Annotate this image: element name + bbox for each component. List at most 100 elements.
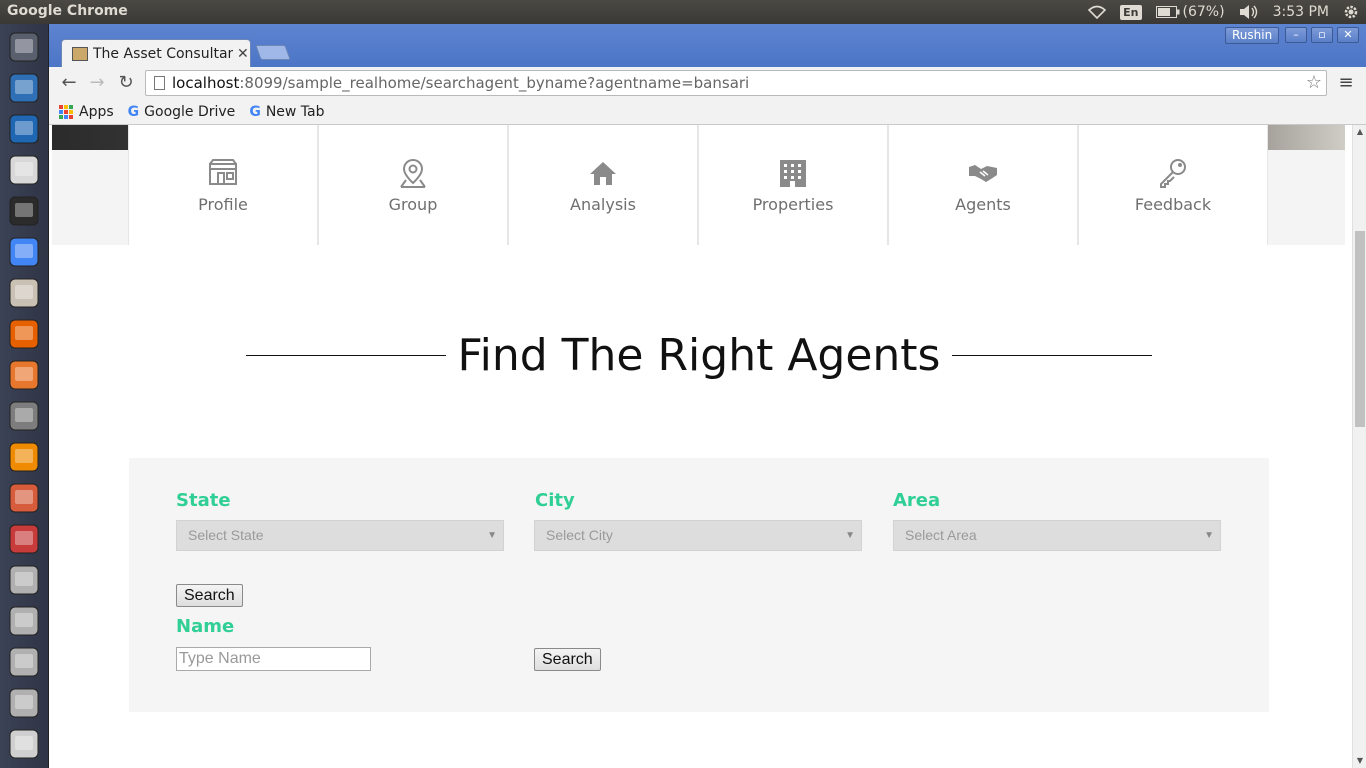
file-roller-icon[interactable] [5,479,43,517]
tab-close-icon[interactable]: ✕ [237,46,249,62]
profile-button[interactable]: Rushin [1225,27,1280,44]
wifi-icon[interactable] [1081,0,1113,24]
page-viewport: Profile Group Analysis Properties Agents… [49,125,1366,768]
name-label: Name [176,616,235,637]
drive-icon[interactable] [5,602,43,640]
maximize-icon[interactable]: ▫ [1311,27,1333,43]
bookmark-label: New Tab [265,103,325,120]
main-nav: Profile Group Analysis Properties Agents… [128,125,1268,245]
nav-label: Feedback [1134,194,1212,214]
virtualbox-icon[interactable] [5,110,43,148]
url-path: :8099/sample_realhome/searchagent_byname… [239,74,750,92]
url-host: localhost [172,74,240,92]
network-tool-icon[interactable] [5,69,43,107]
drive-icon[interactable] [5,643,43,681]
bookmark-label: Apps [79,103,114,120]
chevron-down-icon: ▼ [845,530,855,541]
chrome-menu-icon[interactable]: ≡ [1336,73,1356,93]
battery-icon [1155,6,1180,18]
key-icon [1160,158,1186,188]
keyboard-layout-indicator[interactable]: En [1113,0,1148,24]
unity-launcher [0,24,49,768]
software-center-icon[interactable] [5,356,43,394]
home-icon [590,161,616,185]
city-label: City [535,490,575,511]
nav-feedback[interactable]: Feedback [1078,125,1268,245]
reload-icon[interactable]: ↻ [115,72,137,94]
nav-profile[interactable]: Profile [128,125,318,245]
area-select[interactable]: Select Area ▼ [893,520,1221,551]
bookmark-star-icon[interactable]: ☆ [1306,71,1322,95]
clock[interactable]: 3:53 PM [1266,0,1336,24]
bookmarks-bar: Apps G Google Drive G New Tab [49,99,1366,125]
nav-agents[interactable]: Agents [888,125,1078,245]
app-icon[interactable] [5,520,43,558]
store-icon [209,158,237,185]
ubuntu-dash-icon[interactable] [5,28,43,66]
page-scrollbar[interactable]: ▲ ▼ [1352,125,1366,768]
building-icon [780,159,806,187]
chrome-window: The Asset Consultan ✕ Rushin – ▫ ✕ ← → ↻… [49,24,1366,768]
area-select-value: Select Area [905,527,977,543]
battery-percent: (67%) [1182,4,1225,20]
google-icon: G [249,103,261,120]
battery-indicator[interactable]: (67%) [1149,0,1232,24]
tab-active[interactable]: The Asset Consultan ✕ [61,39,251,67]
scroll-up-icon[interactable]: ▲ [1355,127,1365,137]
section-heading: Find The Right Agents [219,325,1179,385]
page-title: Find The Right Agents [457,329,941,381]
system-settings-icon[interactable] [5,397,43,435]
handshake-icon [969,164,997,182]
close-window-icon[interactable]: ✕ [1337,27,1359,43]
tab-title: The Asset Consultan [93,45,233,62]
minimize-icon[interactable]: – [1285,27,1307,43]
search-name-button[interactable]: Search [534,648,601,671]
archive-manager-icon[interactable] [5,274,43,312]
area-label: Area [893,490,941,511]
google-icon: G [127,103,140,120]
address-bar[interactable]: localhost:8099/sample_realhome/searchage… [145,70,1327,96]
city-select[interactable]: Select City ▼ [534,520,862,551]
nav-properties[interactable]: Properties [698,125,888,245]
firefox-icon[interactable] [5,315,43,353]
tab-strip: The Asset Consultan ✕ Rushin – ▫ ✕ [49,24,1366,67]
back-icon[interactable]: ← [58,72,80,94]
apps-grid-icon [59,104,73,119]
text-editor-icon[interactable] [5,151,43,189]
nav-group[interactable]: Group [318,125,508,245]
bookmark-new-tab[interactable]: G New Tab [249,104,324,120]
state-select-value: Select State [188,527,264,543]
nav-label: Analysis [570,194,636,214]
volume-icon[interactable] [1232,0,1266,24]
bookmark-apps[interactable]: Apps [59,104,114,120]
bookmark-label: Google Drive [144,103,236,120]
chevron-down-icon: ▼ [487,530,497,541]
lang-badge: En [1120,4,1142,20]
browser-toolbar: ← → ↻ localhost:8099/sample_realhome/sea… [49,67,1366,99]
agent-search-panel: State Select State ▼ City Select City ▼ … [129,458,1269,712]
search-location-button[interactable]: Search [176,584,243,607]
chrome-icon[interactable] [5,233,43,271]
vlc-icon[interactable] [5,438,43,476]
page-icon [154,76,165,90]
name-input[interactable]: Type Name [176,647,371,671]
system-tray: En (67%) 3:53 PM [1081,0,1366,24]
city-select-value: Select City [546,527,613,543]
dvd-icon[interactable] [5,725,43,763]
scroll-down-icon[interactable]: ▼ [1355,756,1365,766]
nav-label: Profile [198,194,248,214]
settings-gear-icon[interactable] [1336,0,1366,24]
drive-icon[interactable] [5,561,43,599]
drive-icon[interactable] [5,684,43,722]
scroll-thumb[interactable] [1355,231,1365,427]
nav-label: Properties [752,194,834,214]
forward-icon[interactable]: → [86,72,108,94]
map-pin-icon [400,158,426,188]
heading-divider-right [952,354,1153,356]
bookmark-google-drive[interactable]: G Google Drive [128,104,236,120]
nav-analysis[interactable]: Analysis [508,125,698,245]
state-select[interactable]: Select State ▼ [176,520,504,551]
chevron-down-icon: ▼ [1204,530,1214,541]
terminal-icon[interactable] [5,192,43,230]
new-tab-button[interactable] [255,45,291,60]
